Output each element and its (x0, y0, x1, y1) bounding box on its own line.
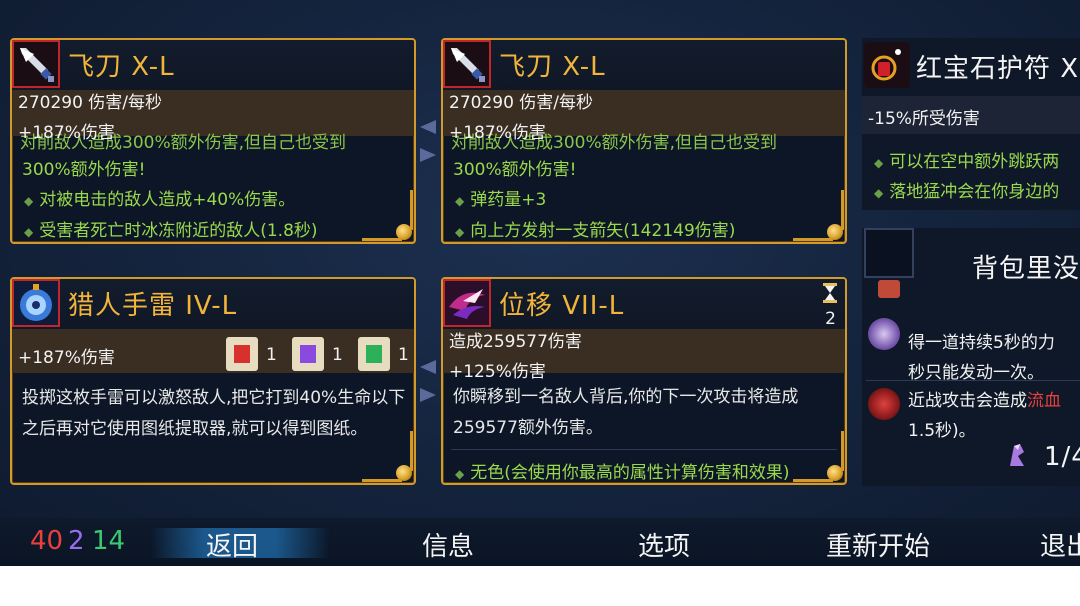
cell-icon (1006, 442, 1028, 468)
card-title: 飞刀 X-L (68, 52, 175, 82)
mutation-row[interactable]: 得一道持续5秒的力 秒只能发动一次。 (862, 312, 1080, 383)
card-title: 飞刀 X-L (499, 52, 606, 82)
bullet-icon: ◆ (874, 186, 884, 200)
frame-ornament (841, 431, 844, 471)
item-description: 你瞬移到一名敌人背后,你的下一次攻击将造成259577额外伤害。 (453, 387, 799, 438)
bleed-mutation-icon (868, 388, 900, 420)
damage-bonus: +187%伤害 (449, 123, 546, 143)
bullet-line: ◆ 弹药量+3 (455, 190, 547, 210)
backpack-icon (878, 280, 900, 298)
bullet-icon: ◆ (874, 156, 884, 170)
frame-ornament (841, 190, 844, 230)
brutality-stat: 40 (30, 526, 64, 556)
gold-gem-icon (827, 465, 843, 481)
damage-per-second: 270290 伤害/每秒 (449, 93, 594, 113)
item-description: 投掷这枚手雷可以激怒敌人,把它打到40%生命以下之后再对它使用图纸提取器,就可以… (22, 388, 406, 439)
cooldown-count: 2 (825, 309, 836, 329)
backpack-fraction: 1/4 (1044, 442, 1080, 472)
damage-bonus: +125%伤害 (449, 362, 546, 382)
back-button[interactable]: 返回 (206, 526, 258, 563)
info-button[interactable]: 信息 (422, 526, 474, 563)
bullet-icon: ◆ (455, 467, 465, 481)
scroll-count: 1 (398, 345, 409, 365)
gold-gem-icon (396, 465, 412, 481)
amulet-panel[interactable]: 红宝石护符 X -15%所受伤害 ◆ 可以在空中额外跳跃两 ◆ 落地猛冲会在你身边的 (862, 38, 1080, 210)
mutation-text: 近战攻击会造成流血 (908, 391, 1061, 411)
inventory-screen: 飞刀 X-L 对削敌人造成300%额外伤害,但自己也受到 270290 伤害/每… (0, 0, 1080, 566)
bullet-line: ◆ 向上方发射一支箭矢(142149伤害) (455, 221, 736, 241)
weapon-card-knife-1[interactable]: 飞刀 X-L 对削敌人造成300%额外伤害,但自己也受到 270290 伤害/每… (10, 38, 416, 244)
extra-damage-line: 300%额外伤害! (22, 160, 146, 180)
bullet-line: ◆ 可以在空中额外跳跃两 (874, 152, 1060, 172)
throwing-knife-icon (12, 40, 60, 88)
damage-per-second: 270290 伤害/每秒 (18, 93, 163, 113)
tactics-stat: 2 (68, 526, 85, 556)
mutation-row[interactable]: 近战攻击会造成流血 1.5秒)。 (862, 384, 1080, 444)
bullet-icon: ◆ (455, 225, 465, 239)
scroll-count: 1 (266, 345, 277, 365)
bullet-line: ◆ 受害者死亡时冰冻附近的敌人(1.8秒) (24, 221, 318, 241)
gold-gem-icon (396, 224, 412, 240)
frame-ornament (362, 238, 402, 241)
damage-bonus: +187%伤害 (18, 123, 115, 143)
divider (451, 449, 837, 450)
card-title: 位移 VII-L (499, 291, 625, 321)
card-title: 猎人手雷 IV-L (68, 291, 238, 321)
ruby-amulet-icon (864, 42, 910, 88)
throwing-knife-icon (443, 40, 491, 88)
card-title: 红宝石护符 X (916, 54, 1080, 84)
bullet-icon: ◆ (24, 225, 34, 239)
frame-ornament (410, 190, 413, 230)
bullet-icon: ◆ (455, 194, 465, 208)
damage-value: 造成259577伤害 (449, 332, 582, 352)
gold-gem-icon (827, 224, 843, 240)
frame-ornament (410, 431, 413, 471)
link-arrow-icon (420, 148, 436, 162)
restart-button[interactable]: 重新开始 (826, 526, 930, 563)
scroll-count: 1 (332, 345, 343, 365)
mutation-orb-icon (868, 318, 900, 350)
skill-card-teleport[interactable]: 位移 VII-L 2 造成259577伤害 +125%伤害 你瞬移到一名敌人背后… (441, 277, 847, 485)
amulet-stat: -15%所受伤害 (868, 109, 980, 129)
weapon-card-knife-2[interactable]: 飞刀 X-L 对削敌人造成300%额外伤害,但自己也受到 270290 伤害/每… (441, 38, 847, 244)
scroll-of-tactics-icon (292, 337, 324, 371)
link-arrow-icon (420, 120, 436, 134)
divider (866, 380, 1080, 381)
scroll-of-survival-icon (358, 337, 390, 371)
bottom-menu-bar: 40 2 14 返回 信息 选项 重新开始 退出 (0, 518, 1080, 566)
teleport-icon (443, 279, 491, 327)
backpack-panel[interactable]: 背包里没 得一道持续5秒的力 秒只能发动一次。 近战攻击会造成流血 1.5秒)。… (862, 228, 1080, 486)
mutation-text: 得一道持续5秒的力 (908, 333, 1055, 353)
backpack-title: 背包里没 (972, 254, 1080, 284)
bullet-icon: ◆ (24, 194, 34, 208)
skill-card-grenade[interactable]: 猎人手雷 IV-L +187%伤害 1 1 1 投掷这枚手雷可以激怒敌人,把它打… (10, 277, 416, 485)
mutation-text: 1.5秒)。 (908, 421, 976, 441)
backpack-slot[interactable] (864, 228, 914, 278)
frame-ornament (793, 238, 833, 241)
link-arrow-icon (420, 388, 436, 402)
link-arrow-icon (420, 360, 436, 374)
cooldown-hourglass-icon (823, 283, 837, 303)
quit-button[interactable]: 退出 (1040, 526, 1080, 563)
damage-bonus: +187%伤害 (18, 348, 115, 368)
survival-stat: 14 (92, 526, 126, 556)
scroll-of-brutality-icon (226, 337, 258, 371)
grenade-icon (12, 279, 60, 327)
bullet-line: ◆ 对被电击的敌人造成+40%伤害。 (24, 190, 296, 210)
options-button[interactable]: 选项 (638, 526, 690, 563)
bullet-line: ◆ 无色(会使用你最高的属性计算伤害和效果) (455, 463, 790, 483)
frame-ornament (793, 479, 833, 482)
frame-ornament (362, 479, 402, 482)
extra-damage-line: 300%额外伤害! (453, 160, 577, 180)
bullet-line: ◆ 落地猛冲会在你身边的 (874, 182, 1060, 202)
